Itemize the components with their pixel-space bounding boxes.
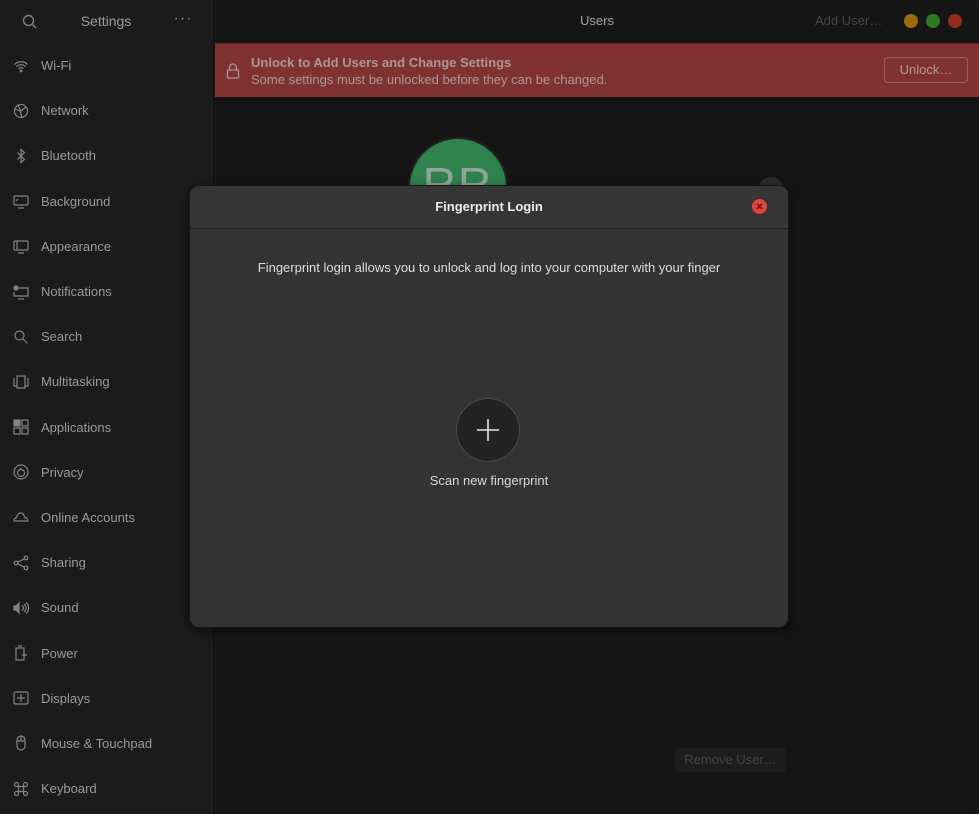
sidebar-item-displays[interactable]: Displays (0, 676, 214, 721)
lock-icon (226, 63, 240, 79)
sidebar-item-sharing[interactable]: Sharing (0, 540, 214, 585)
sidebar-item-applications[interactable]: Applications (0, 405, 214, 450)
maximize-button[interactable] (926, 14, 940, 28)
sidebar-item-label: Bluetooth (41, 148, 96, 164)
power-icon (12, 644, 30, 662)
sidebar-item-wifi[interactable]: Wi-Fi (0, 43, 214, 88)
sidebar-item-label: Keyboard (41, 781, 97, 797)
privacy-icon (12, 463, 30, 481)
sidebar-item-notifications[interactable]: Notifications (0, 269, 214, 314)
sidebar-item-appearance[interactable]: Appearance (0, 224, 214, 269)
remove-user-button[interactable]: Remove User… (675, 748, 786, 772)
plus-icon (477, 419, 499, 441)
sidebar-item-bluetooth[interactable]: Bluetooth (0, 133, 214, 178)
sidebar-item-label: Network (41, 103, 89, 119)
sidebar-item-label: Applications (41, 419, 112, 435)
dialog-description: Fingerprint login allows you to unlock a… (257, 260, 721, 275)
sidebar-item-power[interactable]: Power (0, 630, 214, 675)
sidebar-list: Wi-Fi Network Bluetooth Background Appea… (0, 43, 214, 811)
background-icon (12, 192, 30, 210)
more-icon: ··· (173, 10, 193, 27)
dialog-close-button[interactable] (752, 199, 767, 214)
fingerprint-dialog: Fingerprint Login Fingerprint login allo… (189, 185, 789, 628)
add-user-button[interactable]: Add User… (815, 13, 882, 28)
settings-window: Settings ··· Wi-Fi Network Bluetooth Bac… (0, 0, 979, 814)
sidebar-item-privacy[interactable]: Privacy (0, 450, 214, 495)
sidebar-item-label: Search (41, 329, 83, 345)
infobar-message: Some settings must be unlocked before th… (251, 72, 608, 87)
sidebar-item-label: Sharing (41, 555, 86, 571)
sidebar-item-label: Multitasking (41, 374, 110, 390)
close-icon (756, 203, 763, 210)
sidebar-item-label: Sound (41, 600, 79, 616)
cloud-icon (12, 508, 30, 526)
appearance-icon (12, 237, 30, 255)
header-bar: Users Add User… (215, 0, 979, 43)
sidebar-item-label: Displays (41, 690, 91, 706)
sidebar-item-search[interactable]: Search (0, 314, 214, 359)
sidebar-item-network[interactable]: Network (0, 88, 214, 133)
notifications-icon (12, 283, 30, 301)
minimize-button[interactable] (904, 14, 918, 28)
sidebar-item-online-accounts[interactable]: Online Accounts (0, 495, 214, 540)
sidebar-item-label: Online Accounts (41, 509, 135, 525)
unlock-infobar: Unlock to Add Users and Change Settings … (215, 43, 979, 97)
dialog-header: Fingerprint Login (190, 186, 788, 229)
scan-fingerprint-button[interactable] (456, 398, 520, 462)
sidebar-item-label: Power (41, 645, 78, 661)
infobar-title: Unlock to Add Users and Change Settings (251, 55, 512, 70)
bluetooth-icon (12, 147, 30, 165)
sidebar-item-sound[interactable]: Sound (0, 585, 214, 630)
dialog-title: Fingerprint Login (435, 199, 543, 214)
speaker-icon (12, 599, 30, 617)
sidebar-item-label: Background (41, 193, 111, 209)
sidebar-item-background[interactable]: Background (0, 179, 214, 224)
multitasking-icon (12, 373, 30, 391)
sidebar-item-label: Appearance (41, 238, 112, 254)
menu-button[interactable]: ··· (170, 10, 196, 32)
close-window-button[interactable] (948, 14, 962, 28)
sidebar-header: Settings ··· (0, 0, 213, 43)
display-icon (12, 689, 30, 707)
sidebar-item-label: Privacy (41, 464, 84, 480)
scan-fingerprint-label: Scan new fingerprint (429, 473, 549, 488)
sidebar-item-keyboard[interactable]: Keyboard (0, 766, 214, 811)
network-icon (12, 102, 30, 120)
wifi-icon (12, 57, 30, 75)
sidebar-item-label: Notifications (41, 284, 112, 300)
keyboard-command-icon (12, 780, 30, 798)
sidebar-item-label: Wi-Fi (41, 58, 72, 74)
share-icon (12, 554, 30, 572)
search-icon (12, 328, 30, 346)
mouse-icon (12, 734, 30, 752)
unlock-button[interactable]: Unlock… (884, 57, 968, 83)
applications-icon (12, 418, 30, 436)
sidebar-item-multitasking[interactable]: Multitasking (0, 359, 214, 404)
sidebar-item-label: Mouse & Touchpad (41, 735, 153, 751)
sidebar: Settings ··· Wi-Fi Network Bluetooth Bac… (0, 0, 214, 814)
sidebar-item-mouse-touchpad[interactable]: Mouse & Touchpad (0, 721, 214, 766)
